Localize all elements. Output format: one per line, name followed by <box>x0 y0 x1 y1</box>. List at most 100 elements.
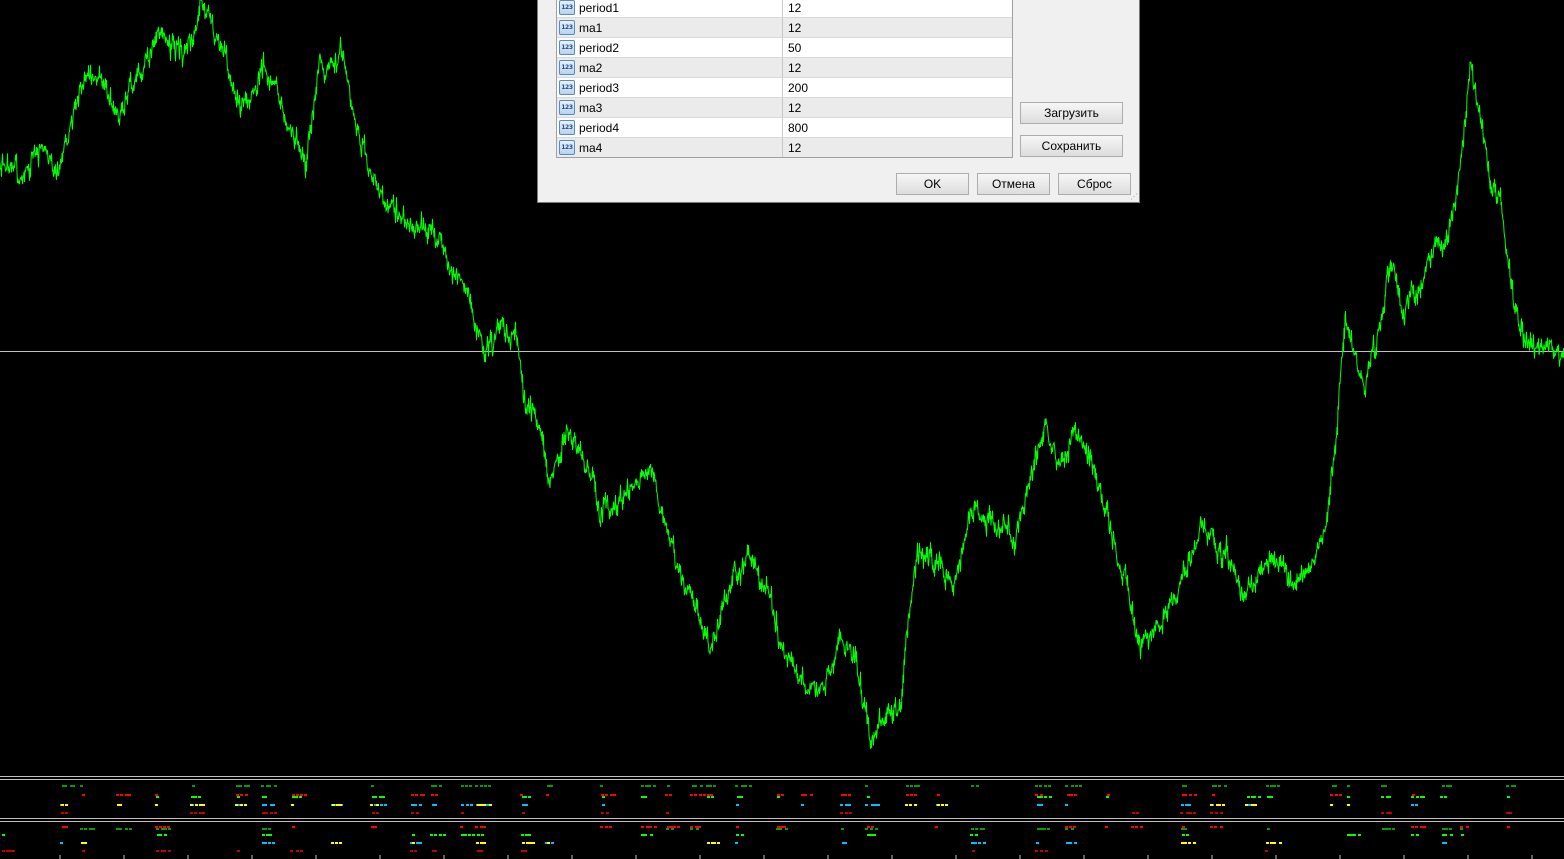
indicator-mark <box>937 794 940 796</box>
param-value-field[interactable]: 12 <box>783 138 1012 157</box>
ok-button[interactable]: OK <box>896 173 969 195</box>
indicator-mark <box>261 785 264 787</box>
indicator-mark <box>92 828 95 830</box>
indicator-mark <box>1416 834 1419 836</box>
indicator-mark <box>434 850 437 852</box>
indicator-mark <box>1189 812 1192 814</box>
param-row-period3[interactable]: 123 period3 200 <box>557 77 1012 97</box>
param-name: period1 <box>579 0 620 15</box>
indicator-mark <box>156 850 159 852</box>
load-button[interactable]: Загрузить <box>1020 102 1123 124</box>
indicator-mark <box>673 826 676 828</box>
indicator-mark <box>873 834 876 836</box>
param-row-period2[interactable]: 123 period2 50 <box>557 37 1012 57</box>
indicator-mark <box>481 834 484 836</box>
resize-grip-icon[interactable]: ⋰ <box>1130 193 1138 201</box>
indicator-mark <box>641 796 644 798</box>
indicator-mark <box>1186 834 1189 836</box>
indicator-mark <box>1184 842 1187 844</box>
indicator-mark <box>82 850 85 852</box>
indicator-mark <box>1506 785 1509 787</box>
indicator-mark <box>1065 785 1068 787</box>
indicator-mark <box>1188 842 1191 844</box>
indicator-mark <box>89 828 92 830</box>
param-value-field[interactable]: 50 <box>783 38 1012 57</box>
indicator-mark <box>865 828 868 830</box>
integer-123-icon: 123 <box>559 120 575 135</box>
param-value-field[interactable]: 12 <box>783 58 1012 77</box>
param-row-ma4[interactable]: 123 ma4 12 <box>557 137 1012 157</box>
indicator-mark <box>292 796 295 798</box>
save-button[interactable]: Сохранить <box>1020 135 1123 157</box>
indicator-mark <box>262 834 265 836</box>
param-value-field[interactable]: 800 <box>783 118 1012 137</box>
indicator-mark <box>1416 796 1419 798</box>
indicator-mark <box>1334 785 1337 787</box>
param-row-ma1[interactable]: 123 ma1 12 <box>557 17 1012 37</box>
indicator-mark <box>64 785 67 787</box>
indicator-mark <box>468 834 471 836</box>
indicator-mark <box>971 785 974 787</box>
param-row-period4[interactable]: 123 period4 800 <box>557 117 1012 137</box>
indicator-mark <box>1193 812 1196 814</box>
indicator-mark <box>1071 828 1074 830</box>
indicator-mark <box>461 834 464 836</box>
indicator-mark <box>1181 828 1184 830</box>
indicator-mark <box>61 812 64 814</box>
indicator-mark <box>521 850 524 852</box>
indicator-mark <box>1254 804 1257 806</box>
indicator-mark <box>976 785 979 787</box>
indicator-mark <box>1184 794 1187 796</box>
indicator-mark <box>1382 828 1385 830</box>
param-value-field[interactable]: 12 <box>783 98 1012 117</box>
param-row-ma3[interactable]: 123 ma3 12 <box>557 97 1012 117</box>
reset-button[interactable]: Сброс <box>1058 173 1131 195</box>
indicator-mark <box>370 804 373 806</box>
indicator-mark <box>1212 794 1215 796</box>
indicator-mark <box>1182 834 1185 836</box>
indicator-mark <box>974 842 977 844</box>
indicator-mark <box>1388 796 1391 798</box>
param-row-period1[interactable]: 123 period1 12 <box>557 0 1012 17</box>
indicator-mark <box>982 828 985 830</box>
param-row-ma2[interactable]: 123 ma2 12 <box>557 57 1012 77</box>
cancel-button[interactable]: Отмена <box>977 173 1050 195</box>
indicator-mark <box>706 785 709 787</box>
indicator-mark <box>116 828 119 830</box>
indicator-mark <box>709 785 712 787</box>
indicator-mark <box>264 828 267 830</box>
indicator-mark <box>737 796 740 798</box>
indicator-mark <box>1035 850 1038 852</box>
indicator-mark <box>644 834 647 836</box>
indicator-mark <box>840 804 843 806</box>
indicator-mark <box>292 826 295 828</box>
indicator-mark <box>875 828 878 830</box>
indicator-mark <box>649 826 652 828</box>
indicator-mark <box>1222 804 1225 806</box>
indicator-mark <box>1186 812 1189 814</box>
indicator-mark <box>376 804 379 806</box>
indicator-mark <box>1069 842 1072 844</box>
indicator-mark <box>194 812 197 814</box>
indicator-mark <box>1188 804 1191 806</box>
param-value-field[interactable]: 12 <box>783 0 1012 17</box>
indicator-mark <box>120 794 123 796</box>
param-value-field[interactable]: 200 <box>783 78 1012 97</box>
indicator-mark <box>125 828 128 830</box>
indicator-mark <box>1461 834 1464 836</box>
indicator-mark <box>422 794 425 796</box>
indicator-mark <box>159 834 162 836</box>
indicator-mark <box>801 804 804 806</box>
integer-123-icon: 123 <box>559 100 575 115</box>
indicator-mark <box>161 828 164 830</box>
param-value-field[interactable]: 12 <box>783 18 1012 37</box>
indicator-mark <box>1218 785 1221 787</box>
indicator-mark <box>291 804 294 806</box>
indicator-mark <box>1347 785 1350 787</box>
indicator-mark <box>1507 796 1510 798</box>
indicator-mark <box>266 834 269 836</box>
param-name: ma4 <box>579 140 603 155</box>
indicator-mark <box>1507 826 1510 828</box>
indicator-mark <box>677 826 680 828</box>
indicator-mark <box>239 785 242 787</box>
